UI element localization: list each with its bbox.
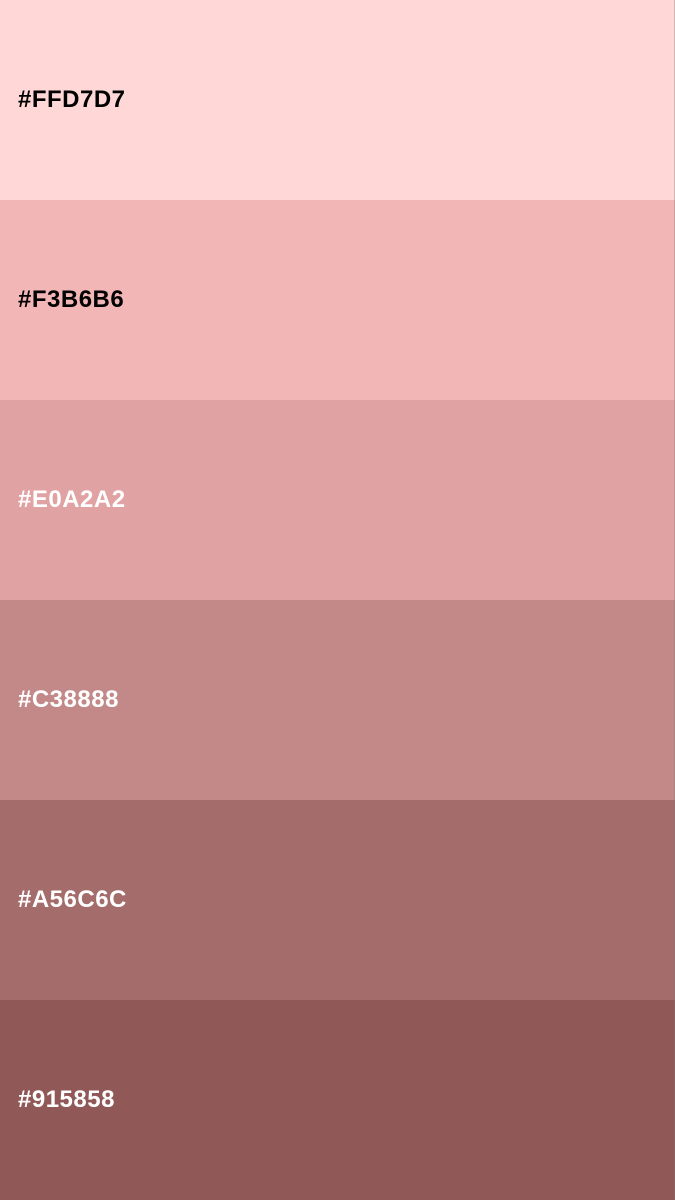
hex-code-label: #FFD7D7 [18,86,126,113]
color-palette: #FFD7D7 #F3B6B6 #E0A2A2 #C38888 #A56C6C … [0,0,675,1200]
color-swatch-4: #C38888 [0,600,675,800]
color-swatch-1: #FFD7D7 [0,0,675,200]
hex-code-label: #F3B6B6 [18,286,125,313]
hex-code-label: #915858 [18,1086,115,1113]
hex-code-label: #E0A2A2 [18,486,126,513]
color-swatch-3: #E0A2A2 [0,400,675,600]
color-swatch-5: #A56C6C [0,800,675,1000]
color-swatch-2: #F3B6B6 [0,200,675,400]
color-swatch-6: #915858 [0,1000,675,1200]
hex-code-label: #C38888 [18,686,119,713]
hex-code-label: #A56C6C [18,886,127,913]
